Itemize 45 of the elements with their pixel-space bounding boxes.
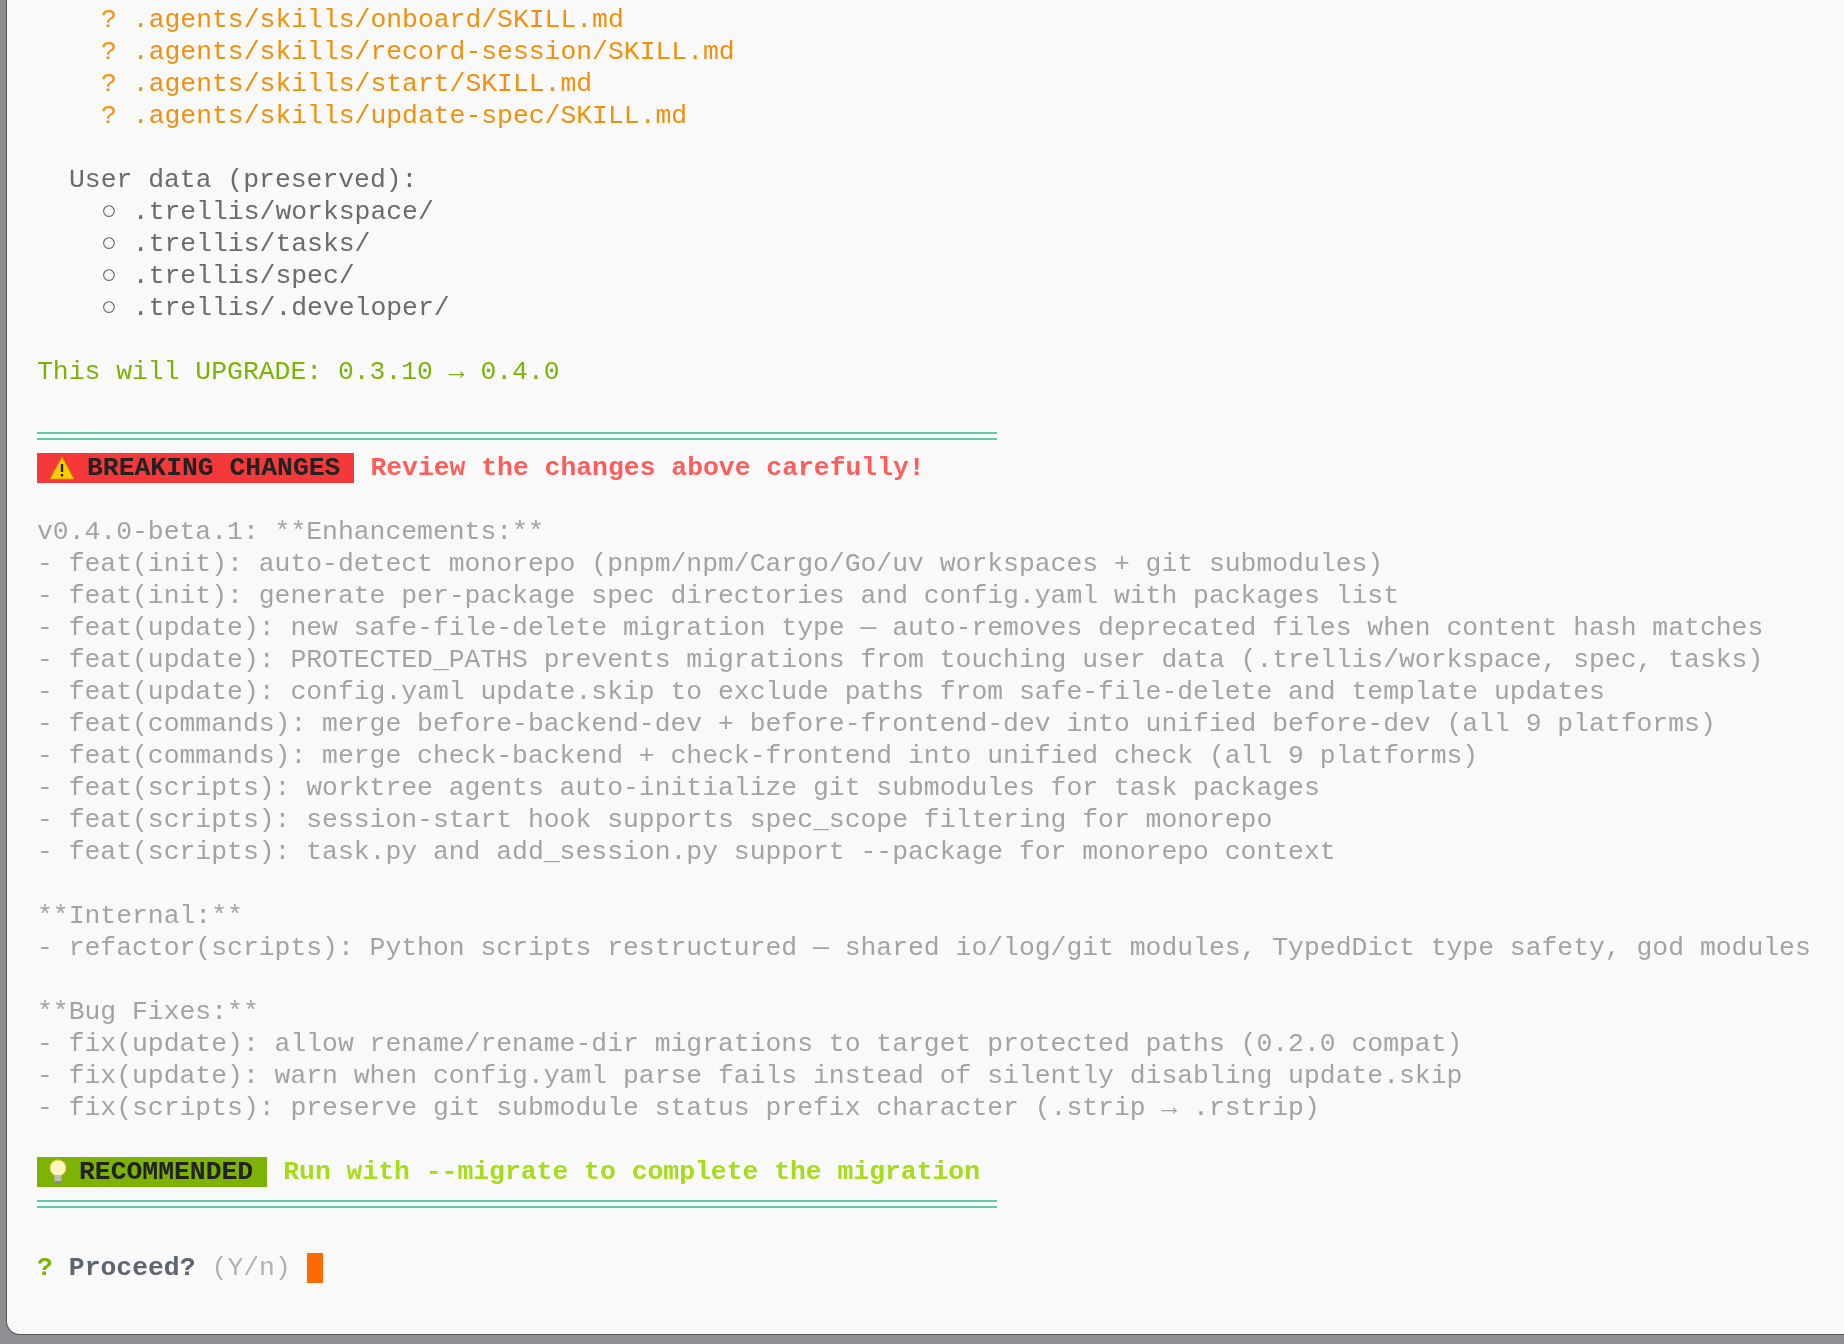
changelog-entry: - feat(commands): merge before-backend-dev + before-frontend-dev into unified before-dev (all 9 platforms): [37, 708, 1717, 740]
status-marker: ?: [101, 36, 117, 68]
changelog-entry: - feat(update): config.yaml update.skip to exclude paths from safe-file-delete and template updates: [37, 676, 1606, 708]
changelog-entry: - feat(commands): merge check-backend + check-frontend into unified check (all 9 platforms): [37, 740, 1480, 772]
changelog-heading: **Internal:**: [37, 900, 244, 932]
recommended-badge: RECOMMENDED: [37, 1157, 268, 1187]
folder-path: .trellis/workspace/: [132, 196, 434, 228]
changelog-entry: - feat(scripts): task.py and add_session.py support --package for monorepo context: [37, 836, 1337, 868]
changelog-heading: v0.4.0-beta.1: **Enhancements:**: [37, 516, 545, 548]
breaking-changes-badge: BREAKING CHANGES: [37, 453, 355, 483]
changelog-entry: - feat(scripts): worktree agents auto-initialize git submodules for task packages: [37, 772, 1321, 804]
changelog-entry: - feat(scripts): session-start hook supports spec_scope filtering for monorepo: [37, 804, 1274, 836]
changelog-entry: - fix(update): warn when config.yaml parse fails instead of silently disabling update.skip: [37, 1060, 1464, 1092]
changelog-entry: - feat(update): new safe-file-delete migration type — auto-removes deprecated files when content hash matches: [37, 612, 1765, 644]
prompt-hint: (Y/n): [211, 1252, 291, 1284]
file-path: .agents/skills/onboard/SKILL.md: [132, 4, 624, 36]
bullet: ○: [101, 196, 117, 228]
bullet: ○: [101, 260, 117, 292]
warning-message: Review the changes above carefully!: [370, 452, 925, 484]
status-marker: ?: [101, 4, 117, 36]
changelog-entry: - fix(scripts): preserve git submodule status prefix character (.strip → .rstrip): [37, 1092, 1321, 1124]
changelog-entry: - feat(init): auto-detect monorepo (pnpm/npm/Cargo/Go/uv workspaces + git submodules): [37, 548, 1385, 580]
lightbulb-icon: [49, 1159, 67, 1185]
bullet: ○: [101, 228, 117, 260]
section-heading: User data (preserved):: [68, 164, 419, 196]
prompt-question: Proceed?: [68, 1252, 196, 1284]
changelog-entry: - feat(update): PROTECTED_PATHS prevents migrations from touching user data (.trellis/workspace, spec, tasks): [37, 644, 1765, 676]
upgrade-notice: This will UPGRADE: 0.3.10 → 0.4.0: [37, 356, 561, 388]
bullet: ○: [101, 292, 117, 324]
status-marker: ?: [101, 68, 117, 100]
file-path: .agents/skills/record-session/SKILL.md: [132, 36, 735, 68]
warning-icon: [49, 456, 75, 480]
changelog-entry: - refactor(scripts): Python scripts restructured — shared io/log/git modules, TypedDict type safety, god modules: [37, 932, 1812, 964]
folder-path: .trellis/spec/: [132, 260, 355, 292]
file-path: .agents/skills/update-spec/SKILL.md: [132, 100, 688, 132]
file-path: .agents/skills/start/SKILL.md: [132, 68, 593, 100]
recommendation-message: Run with --migrate to complete the migration: [283, 1156, 981, 1188]
text-cursor: [306, 1253, 323, 1283]
status-marker: ?: [101, 100, 117, 132]
changelog-heading: **Bug Fixes:**: [37, 996, 260, 1028]
changelog-entry: - feat(init): generate per-package spec directories and config.yaml with packages list: [37, 580, 1400, 612]
folder-path: .trellis/tasks/: [132, 228, 371, 260]
folder-path: .trellis/.developer/: [132, 292, 450, 324]
changelog-entry: - fix(update): allow rename/rename-dir migrations to target protected paths (0.2.0 compat): [37, 1028, 1464, 1060]
prompt-marker: ?: [37, 1252, 53, 1284]
